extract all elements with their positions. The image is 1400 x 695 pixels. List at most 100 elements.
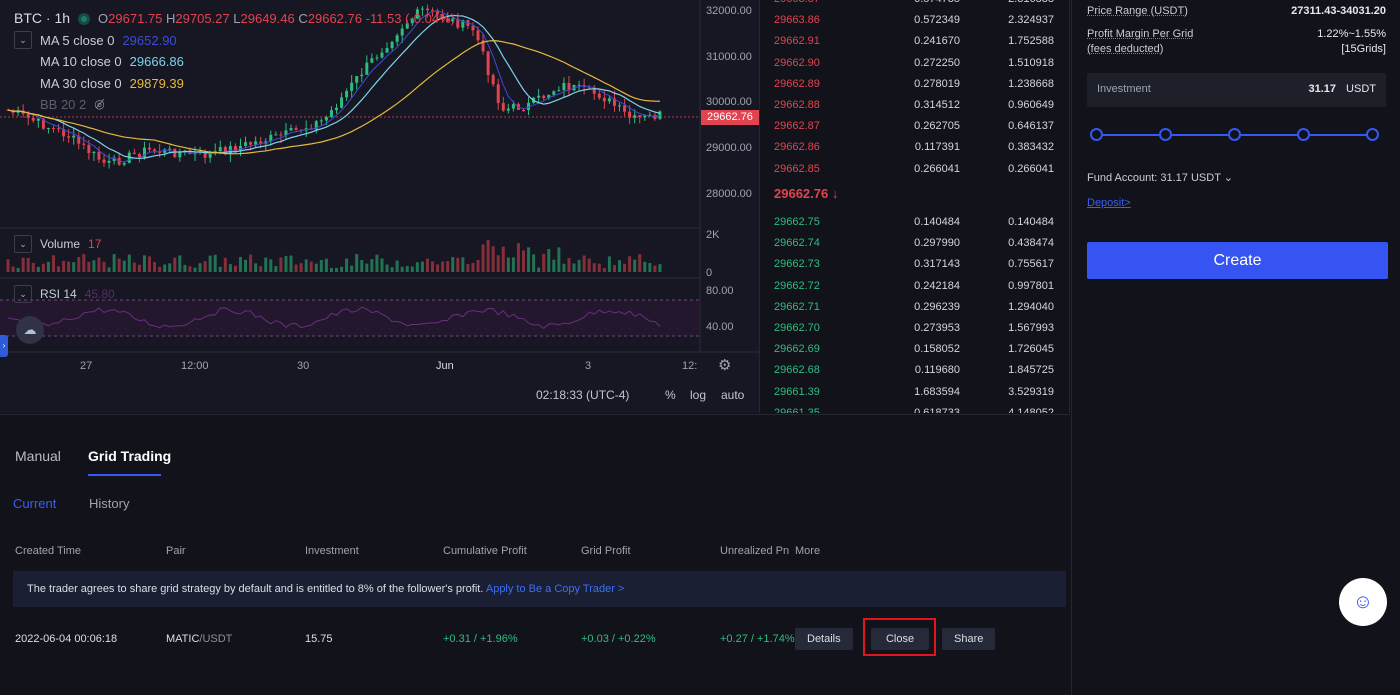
deposit-link[interactable]: Deposit> [1087,197,1131,209]
auto-toggle[interactable]: auto [721,388,744,402]
ma10-value: 29666.86 [129,54,184,69]
ask-amount: 0.117391 [914,141,960,154]
volume-bar [350,265,354,272]
slider-step[interactable] [1297,128,1310,141]
log-toggle[interactable]: log [690,388,706,402]
y-tick: 32000.00 [706,5,752,17]
create-button[interactable]: Create [1087,242,1388,279]
bid-row[interactable]: 29662.71 0.296239 1.294040 [760,297,1069,318]
ask-total: 2.324937 [1008,14,1054,27]
bid-amount: 0.297990 [914,237,960,250]
tab-manual[interactable]: Manual [15,448,61,464]
candle-body [132,152,136,154]
investment-slider[interactable] [1090,128,1379,141]
candle-body [279,134,283,136]
grid-setup-panel: Price Range (USDT) 27311.43-34031.20 Pro… [1071,0,1400,695]
candle-body [602,97,606,102]
ma5-label: MA 5 close 0 [40,32,115,48]
bid-row[interactable]: 29662.70 0.273953 1.567993 [760,318,1069,339]
volume-bar [547,249,551,272]
volume-bar [92,260,96,272]
bb-label: BB 20 2 [40,97,87,112]
ask-price: 29662.90 [774,56,820,69]
fund-account-select[interactable]: Fund Account: 31.17 USDT ⌄ [1087,171,1233,184]
bid-row[interactable]: 29662.72 0.242184 0.997801 [760,276,1069,297]
expand-handle-icon[interactable]: › [0,335,8,357]
pair-quote: /USDT [199,633,233,645]
percent-toggle[interactable]: % [665,388,676,402]
symbol-label[interactable]: BTC · 1h [14,8,70,30]
details-button[interactable]: Details [795,628,853,650]
tab-grid-trading[interactable]: Grid Trading [88,448,171,464]
ask-amount: 0.572349 [914,14,960,27]
bid-row[interactable]: 29662.74 0.297990 0.438474 [760,233,1069,254]
slider-step[interactable] [1228,128,1241,141]
investment-cell: 15.75 [305,633,333,645]
apply-copy-trader-link[interactable]: Apply to Be a Copy Trader > [486,583,625,595]
bid-row[interactable]: 29661.39 1.683594 3.529319 [760,382,1069,403]
ma30-row: MA 30 close 0 29879.39 [14,73,455,95]
volume-bar [127,254,131,272]
ask-row[interactable]: 29662.85 0.266041 0.266041 [760,159,1069,180]
active-tab-indicator [88,474,161,476]
share-button[interactable]: Share [942,628,996,650]
gear-icon[interactable]: ⚙ [718,356,731,374]
bid-row[interactable]: 29662.75 0.140484 0.140484 [760,212,1069,233]
candle-body [218,147,222,152]
ma10-label: MA 10 close 0 [40,54,122,69]
tradingview-logo-icon[interactable]: ☁ [16,316,44,344]
volume-bar [597,263,601,272]
candle-body [244,142,248,146]
volume-bar [612,265,616,272]
ask-row[interactable]: 29663.86 0.572349 2.324937 [760,10,1069,31]
candle-body [233,146,237,152]
ohlc-values: O29671.75 H29705.27 L29649.46 C29662.76 … [98,11,455,26]
slider-step[interactable] [1090,128,1103,141]
chart-panel[interactable]: BTC · 1h O29671.75 H29705.27 L29649.46 C… [0,0,760,413]
volume-bar [82,254,86,272]
candle-body [168,148,172,150]
slider-step[interactable] [1159,128,1172,141]
header-cumulative-profit: Cumulative Profit [443,545,527,557]
chevron-down-icon[interactable]: ⌄ [14,285,32,303]
eye-hidden-icon[interactable]: ◎̸ [94,94,104,116]
chevron-down-icon[interactable]: ⌄ [14,235,32,253]
ask-row[interactable]: 29663.87 0.574735 2.316838 [760,0,1069,10]
volume-bar [87,261,91,272]
bid-row[interactable]: 29662.73 0.317143 0.755617 [760,254,1069,275]
ask-row[interactable]: 29662.91 0.241670 1.752588 [760,31,1069,52]
investment-value[interactable]: 31.17 [1308,83,1336,95]
ask-row[interactable]: 29662.90 0.272250 1.510918 [760,53,1069,74]
candle-body [537,95,541,98]
bid-row[interactable]: 29662.69 0.158052 1.726045 [760,339,1069,360]
volume-bar [643,261,647,272]
rsi-value: 45.80 [84,287,115,301]
bid-row[interactable]: 29661.35 0.618733 4.148052 [760,403,1069,413]
support-chat-icon[interactable]: ☺ [1339,578,1387,626]
ohlc-row: BTC · 1h O29671.75 H29705.27 L29649.46 C… [14,8,455,30]
candle-body [653,114,657,119]
ma30-value: 29879.39 [129,75,184,91]
volume-bar [592,263,596,272]
ask-row[interactable]: 29662.87 0.262705 0.646137 [760,116,1069,137]
candle-body [496,84,500,104]
chevron-down-icon[interactable]: ⌄ [14,31,32,50]
ask-row[interactable]: 29662.86 0.117391 0.383432 [760,137,1069,158]
investment-input[interactable]: Investment 31.17 USDT [1087,73,1386,107]
ask-row[interactable]: 29662.89 0.278019 1.238668 [760,74,1069,95]
candle-body [173,148,177,158]
candle-body [254,141,258,145]
rsi-legend: ⌄ RSI 14 45.80 [14,285,115,303]
ask-total: 1.510918 [1008,56,1054,69]
slider-handle[interactable] [1366,128,1379,141]
volume-bar [213,254,217,272]
volume-bar [516,243,520,272]
subtab-history[interactable]: History [89,496,129,511]
mid-price: 29662.76 ↓ [774,186,839,201]
ask-row[interactable]: 29662.88 0.314512 0.960649 [760,95,1069,116]
ma30-label: MA 30 close 0 [40,75,122,91]
subtab-current[interactable]: Current [13,496,56,511]
ask-total: 2.316838 [1008,0,1054,10]
volume-bar [122,260,126,272]
bid-row[interactable]: 29662.68 0.119680 1.845725 [760,360,1069,381]
